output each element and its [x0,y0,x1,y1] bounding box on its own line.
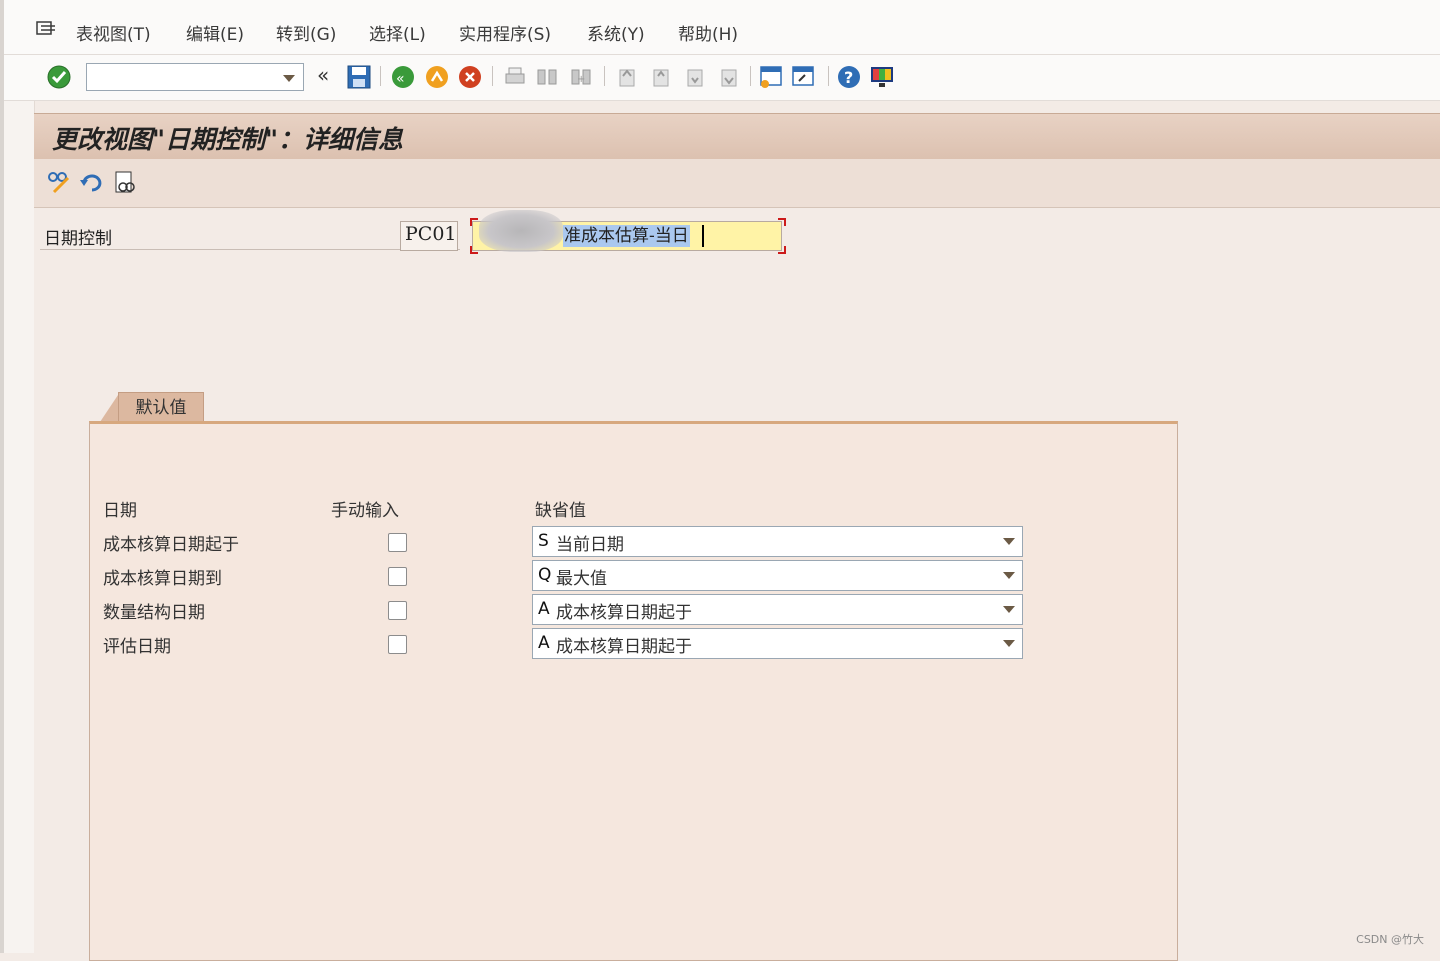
manual-entry-checkbox[interactable] [388,601,407,620]
dropdown-key: A [538,599,550,619]
chevron-down-icon[interactable] [1003,606,1015,613]
page-title: 更改视图"日期控制"：详细信息 [52,125,404,154]
menu-help[interactable]: 帮助(H) [678,20,738,45]
text-cursor [702,225,704,247]
date-control-key-field[interactable]: PC01 [400,221,458,251]
menu-goto[interactable]: 转到(G) [276,20,336,45]
dropdown-key: A [538,633,550,653]
previous-page-icon[interactable] [648,64,674,90]
other-entry-icon[interactable] [112,170,138,196]
dropdown-value: 当前日期 [556,535,624,555]
print-icon[interactable] [502,64,528,90]
watermark: CSDN @竹大 [1356,933,1424,946]
undo-icon[interactable] [78,170,104,196]
chevron-down-icon[interactable] [1003,572,1015,579]
command-dropdown-icon[interactable] [283,75,295,82]
shortcut-icon[interactable] [790,64,816,90]
chevron-down-icon[interactable] [1003,640,1015,647]
menu-utilities[interactable]: 实用程序(S) [459,20,551,45]
manual-entry-checkbox[interactable] [388,533,407,552]
description-selected-text: 准成本估算-当日 [563,225,690,247]
application-toolbar [34,159,1440,208]
dropdown-value: 成本核算日期起于 [556,603,692,623]
menu-selection[interactable]: 选择(L) [369,20,426,45]
svg-text:?: ? [844,68,853,87]
first-page-icon[interactable] [614,64,640,90]
error-corner-marker [470,246,478,254]
menu-system[interactable]: 系统(Y) [587,20,645,45]
svg-text:«: « [396,71,405,87]
exit-icon[interactable] [424,64,450,90]
next-page-icon[interactable] [682,64,708,90]
default-value-dropdown[interactable]: S 当前日期 [532,526,1023,557]
column-header-manual-entry: 手动输入 [331,501,399,521]
create-session-icon[interactable] [758,64,784,90]
system-menu-icon[interactable] [36,20,56,38]
dropdown-value: 最大值 [556,569,607,589]
row-label-valuation-date: 评估日期 [103,637,171,657]
tab-default-values[interactable]: 默认值 [118,392,204,422]
default-value-dropdown[interactable]: A 成本核算日期起于 [532,594,1023,625]
default-values-panel [89,421,1178,961]
dropdown-value: 成本核算日期起于 [556,637,692,657]
toolbar-separator [492,66,493,86]
error-corner-marker [778,218,786,226]
window-left-edge [4,0,35,953]
customize-layout-icon[interactable] [869,64,895,90]
column-header-date: 日期 [103,501,137,521]
history-back-icon[interactable]: « [317,63,329,87]
save-icon[interactable] [346,64,372,90]
screen-title-bar: 更改视图"日期控制"：详细信息 [34,113,1440,160]
display-change-icon[interactable] [46,170,72,196]
row-label-costing-date-from: 成本核算日期起于 [103,535,239,555]
error-corner-marker [470,218,478,226]
default-value-dropdown[interactable]: Q 最大值 [532,560,1023,591]
redacted-blur [479,210,563,252]
menu-edit[interactable]: 编辑(E) [186,20,244,45]
toolbar-separator [828,66,829,86]
toolbar-separator [750,66,751,86]
column-header-default-value: 缺省值 [535,501,586,521]
dropdown-key: Q [538,565,552,585]
toolbar-separator [380,66,381,86]
dropdown-key: S [538,531,549,551]
find-icon[interactable] [534,64,560,90]
svg-text:+: + [577,74,585,85]
menu-table-view[interactable]: 表视图(T) [76,20,151,45]
enter-icon[interactable] [46,64,72,90]
help-icon[interactable]: ? [836,64,862,90]
find-next-icon[interactable]: + [568,64,594,90]
default-value-dropdown[interactable]: A 成本核算日期起于 [532,628,1023,659]
manual-entry-checkbox[interactable] [388,567,407,586]
label-underline [40,249,460,250]
date-control-label: 日期控制 [44,229,112,249]
row-label-qty-structure-date: 数量结构日期 [103,603,205,623]
cancel-icon[interactable] [457,64,483,90]
menu-bar: 表视图(T) 编辑(E) 转到(G) 选择(L) 实用程序(S) 系统(Y) 帮… [4,0,1440,55]
standard-toolbar: « « + ? [4,55,1440,101]
toolbar-separator [604,66,605,86]
command-field[interactable] [86,63,304,91]
manual-entry-checkbox[interactable] [388,635,407,654]
error-corner-marker [778,246,786,254]
row-label-costing-date-to: 成本核算日期到 [103,569,222,589]
chevron-down-icon[interactable] [1003,538,1015,545]
last-page-icon[interactable] [716,64,742,90]
back-icon[interactable]: « [390,64,416,90]
tab-edge [100,392,120,422]
